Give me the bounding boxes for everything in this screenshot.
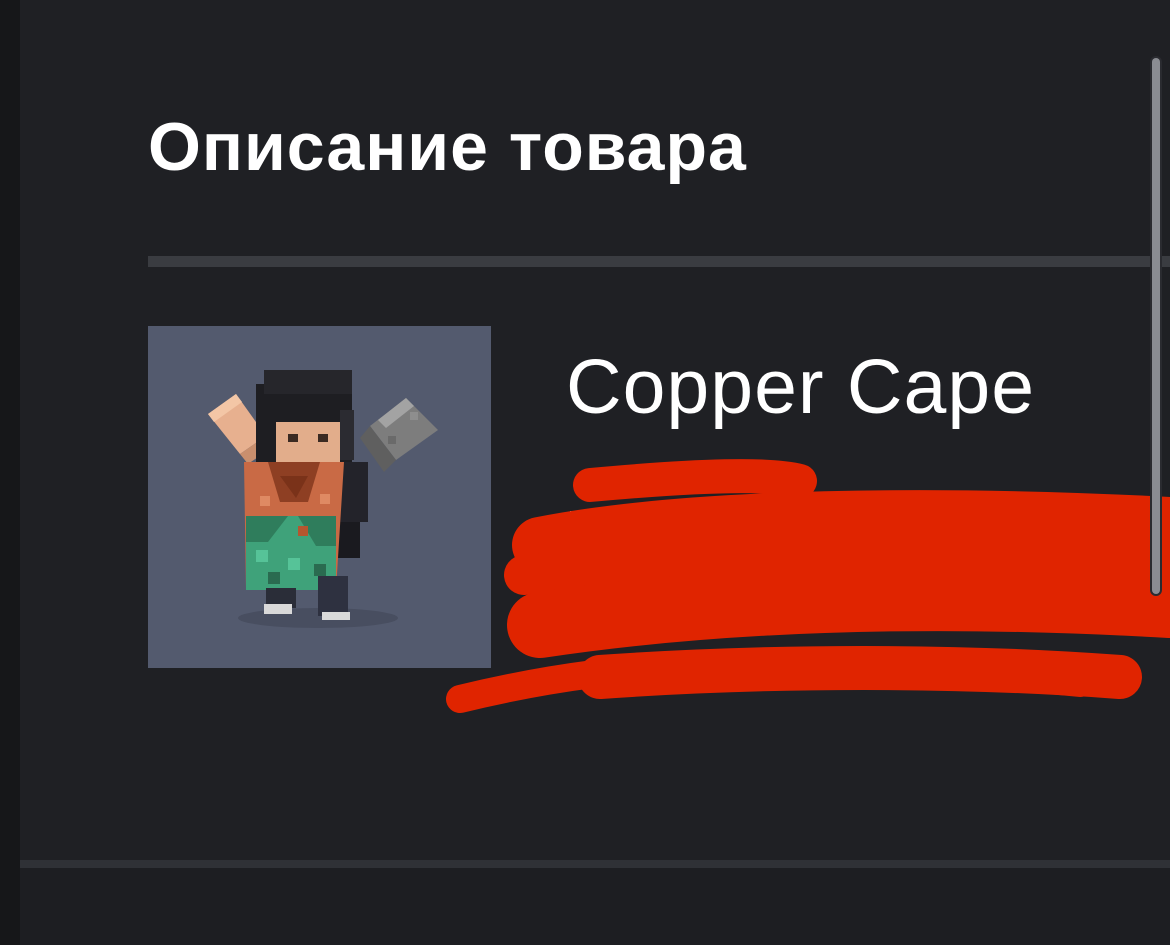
footer-divider [20, 860, 1170, 868]
redaction-scribble [446, 459, 1170, 713]
page: Описание товара Copper Cape [0, 0, 1170, 945]
title-divider [148, 256, 1170, 267]
left-edge [0, 0, 20, 945]
product-name[interactable]: Copper Cape [566, 343, 1035, 432]
cape [244, 462, 344, 590]
head [256, 370, 354, 466]
section-title: Описание товара [148, 109, 747, 185]
footer-area [20, 868, 1170, 945]
scrollbar-thumb[interactable] [1152, 58, 1160, 594]
